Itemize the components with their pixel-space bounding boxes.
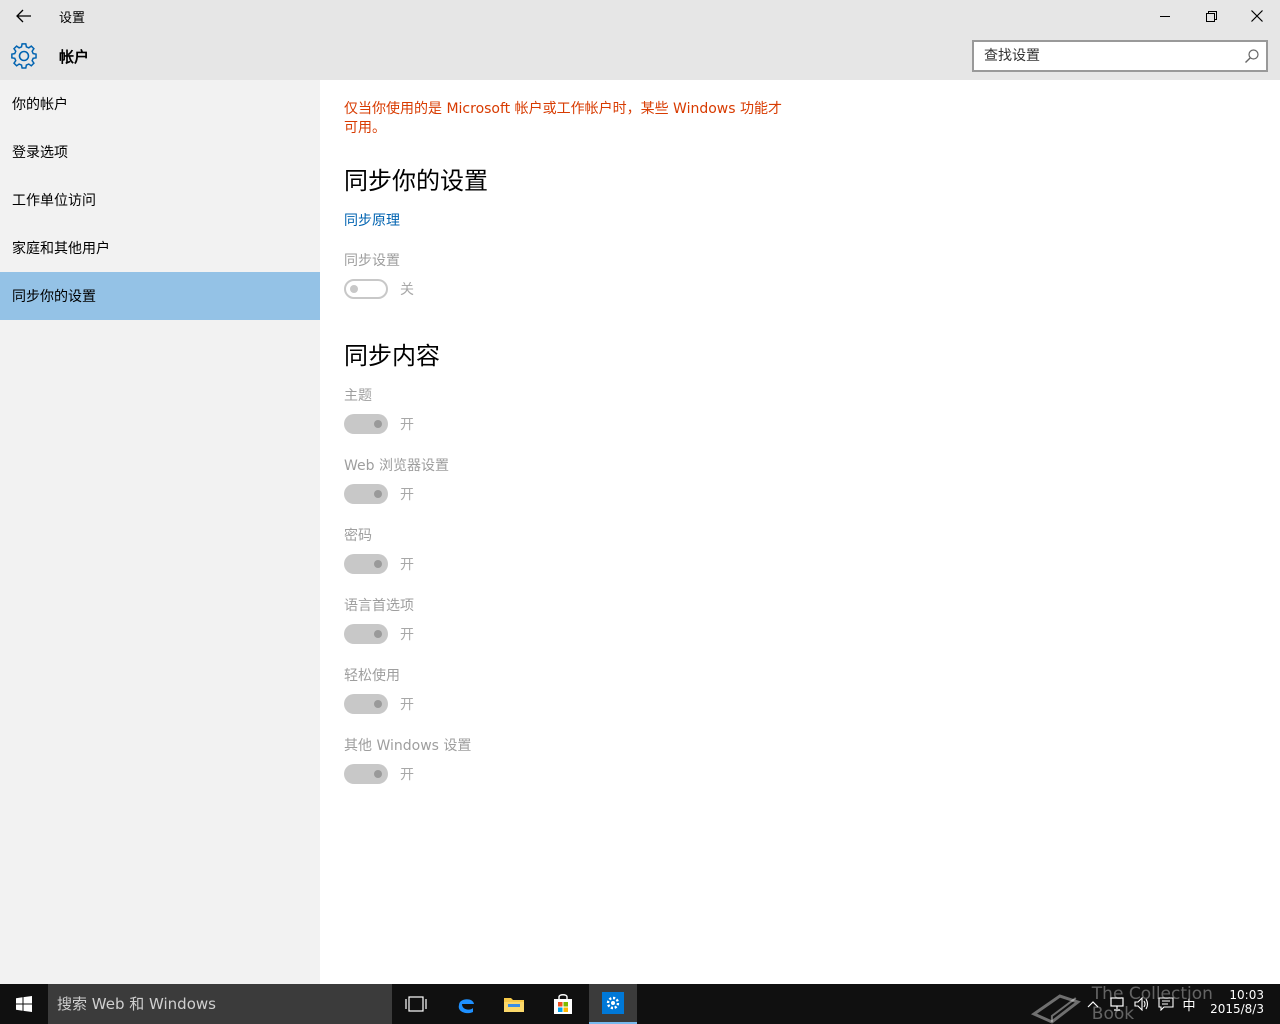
store-button[interactable]	[539, 984, 587, 1024]
sidebar-item-label: 家庭和其他用户	[12, 241, 110, 257]
gear-icon	[11, 43, 37, 69]
sidebar-item-label: 同步你的设置	[12, 289, 96, 305]
restore-icon	[1205, 10, 1217, 22]
toggle-knob	[374, 700, 382, 708]
sidebar-item-sync-settings[interactable]: 同步你的设置	[0, 272, 320, 320]
sync-settings-row: 关	[344, 279, 414, 299]
how-sync-works-link[interactable]: 同步原理	[344, 210, 400, 230]
clock[interactable]: 10:03 2015/8/3	[1210, 988, 1264, 1016]
clock-date: 2015/8/3	[1210, 1002, 1264, 1016]
network-button[interactable]	[1106, 984, 1130, 1024]
toggle-knob	[350, 285, 358, 293]
settings-taskbar-button[interactable]	[589, 984, 637, 1024]
other-windows-settings-toggle[interactable]	[344, 764, 388, 784]
toggle-state-label: 开	[400, 767, 414, 783]
network-icon	[1110, 997, 1124, 1011]
edge-browser-button[interactable]	[442, 984, 490, 1024]
sidebar-item-label: 登录选项	[12, 145, 68, 161]
other-windows-settings-row: 开	[344, 764, 414, 784]
section-header: 帐户	[0, 32, 1280, 80]
passwords-label: 密码	[344, 528, 372, 544]
toggle-state-label: 开	[400, 487, 414, 503]
ime-indicator[interactable]: 中	[1178, 984, 1200, 1024]
sidebar-item-your-account[interactable]: 你的帐户	[0, 80, 320, 128]
sidebar: 你的帐户 登录选项 工作单位访问 家庭和其他用户 同步你的设置	[0, 80, 320, 984]
language-preferences-toggle[interactable]	[344, 624, 388, 644]
web-browser-settings-toggle[interactable]	[344, 484, 388, 504]
search-box[interactable]	[972, 40, 1268, 72]
toggle-knob	[374, 630, 382, 638]
taskbar-search-input[interactable]	[48, 984, 378, 1024]
close-icon	[1251, 10, 1263, 22]
back-arrow-icon	[16, 9, 31, 23]
restore-button[interactable]	[1188, 0, 1234, 32]
sidebar-item-label: 工作单位访问	[12, 193, 96, 209]
toggle-knob	[374, 560, 382, 568]
start-button[interactable]	[0, 984, 48, 1024]
sync-settings-toggle[interactable]	[344, 279, 388, 299]
volume-icon	[1134, 997, 1149, 1011]
sidebar-item-family-other-users[interactable]: 家庭和其他用户	[0, 224, 320, 272]
theme-row: 开	[344, 414, 414, 434]
clock-time: 10:03	[1229, 988, 1264, 1002]
minimize-icon	[1159, 15, 1170, 17]
action-center-icon	[1158, 997, 1174, 1011]
settings-gear-icon	[602, 992, 624, 1014]
sync-content-heading: 同步内容	[344, 342, 440, 370]
task-view-icon	[405, 996, 427, 1012]
toggle-state-label: 开	[400, 417, 414, 433]
theme-label: 主题	[344, 388, 372, 404]
file-explorer-button[interactable]	[490, 984, 538, 1024]
passwords-row: 开	[344, 554, 414, 574]
folder-icon	[504, 998, 524, 1012]
search-input[interactable]	[974, 42, 1224, 70]
toggle-knob	[374, 490, 382, 498]
show-hidden-icons-button[interactable]	[1084, 984, 1102, 1024]
chevron-up-icon	[1087, 1001, 1099, 1008]
sync-heading: 同步你的设置	[344, 167, 488, 195]
search-icon[interactable]	[1244, 48, 1260, 64]
toggle-state-label: 关	[400, 282, 414, 298]
toggle-knob	[374, 770, 382, 778]
sidebar-item-label: 你的帐户	[12, 97, 68, 113]
window-title: 设置	[59, 11, 86, 26]
sidebar-item-work-access[interactable]: 工作单位访问	[0, 176, 320, 224]
ease-of-access-toggle[interactable]	[344, 694, 388, 714]
passwords-toggle[interactable]	[344, 554, 388, 574]
language-preferences-row: 开	[344, 624, 414, 644]
taskbar: The Collection Book 中 10:03 2015/8/3	[0, 984, 1280, 1024]
account-warning-text: 仅当你使用的是 Microsoft 帐户或工作帐户时，某些 Windows 功能…	[344, 101, 783, 136]
toggle-state-label: 开	[400, 627, 414, 643]
volume-button[interactable]	[1130, 984, 1154, 1024]
minimize-button[interactable]	[1142, 0, 1188, 32]
other-windows-settings-label: 其他 Windows 设置	[344, 738, 472, 754]
ease-of-access-label: 轻松使用	[344, 668, 400, 684]
theme-toggle[interactable]	[344, 414, 388, 434]
store-icon	[554, 994, 572, 1014]
web-browser-settings-label: Web 浏览器设置	[344, 458, 449, 474]
ease-of-access-row: 开	[344, 694, 414, 714]
sidebar-item-sign-in-options[interactable]: 登录选项	[0, 128, 320, 176]
sync-settings-label: 同步设置	[344, 253, 400, 269]
title-bar: 设置	[0, 0, 1280, 32]
book-logo-icon	[1030, 994, 1081, 1024]
edge-browser-icon	[458, 999, 474, 1014]
toggle-state-label: 开	[400, 557, 414, 573]
web-browser-settings-row: 开	[344, 484, 414, 504]
page-title: 帐户	[59, 48, 90, 66]
back-button[interactable]	[8, 2, 40, 30]
task-view-button[interactable]	[392, 984, 440, 1024]
windows-logo-icon	[16, 996, 32, 1012]
close-button[interactable]	[1234, 0, 1280, 32]
action-center-button[interactable]	[1154, 984, 1178, 1024]
toggle-state-label: 开	[400, 697, 414, 713]
toggle-knob	[374, 420, 382, 428]
language-preferences-label: 语言首选项	[344, 598, 414, 614]
taskbar-search-box[interactable]	[48, 984, 392, 1024]
